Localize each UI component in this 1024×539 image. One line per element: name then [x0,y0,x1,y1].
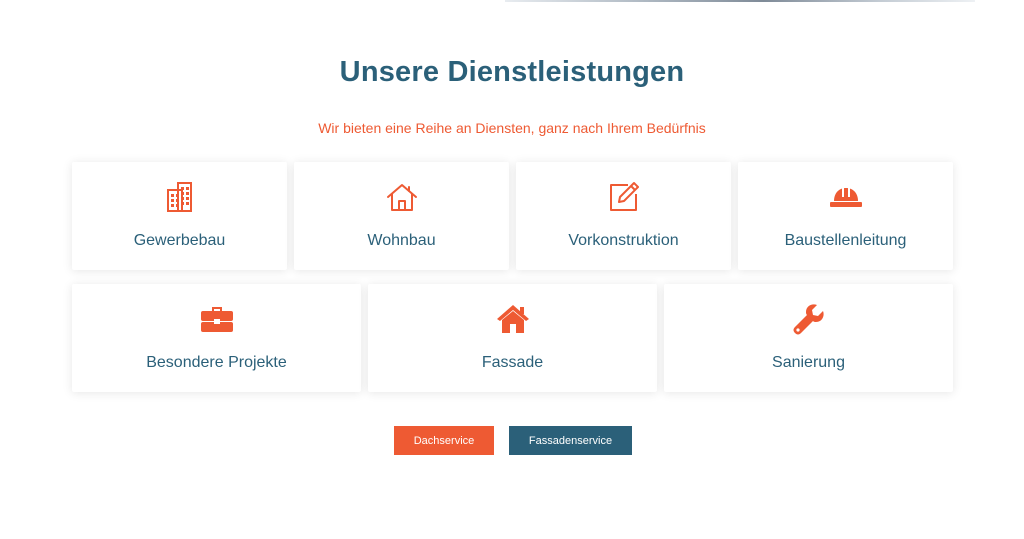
service-card-gewerbebau[interactable]: Gewerbebau [72,162,287,270]
fassadenservice-button[interactable]: Fassadenservice [509,426,632,455]
service-label: Fassade [481,354,544,371]
service-card-baustellenleitung[interactable]: Baustellenleitung [738,162,953,270]
hard-hat-icon [829,180,863,214]
service-label: Besondere Projekte [146,354,287,371]
edit-pencil-square-icon [607,180,641,214]
service-card-vorkonstruktion[interactable]: Vorkonstruktion [516,162,731,270]
service-card-fassade[interactable]: Fassade [368,284,657,392]
office-building-icon [163,180,197,214]
toolbox-icon [200,302,234,336]
section-title: Unsere Dienstleistungen [339,56,685,88]
service-label: Sanierung [772,354,845,371]
service-label: Wohnbau [367,232,436,249]
service-card-sanierung[interactable]: Sanierung [664,284,953,392]
house-outline-icon [385,180,419,214]
service-label: Gewerbebau [133,232,226,249]
service-card-besondere-projekte[interactable]: Besondere Projekte [72,284,361,392]
house-solid-icon [496,302,530,336]
service-label: Vorkonstruktion [568,232,679,249]
header-image-strip [505,0,975,2]
service-card-wohnbau[interactable]: Wohnbau [294,162,509,270]
wrench-icon [792,302,826,336]
service-label: Baustellenleitung [784,232,907,249]
dachservice-button[interactable]: Dachservice [394,426,494,455]
section-subtitle: Wir bieten eine Reihe an Diensten, ganz … [318,120,706,136]
